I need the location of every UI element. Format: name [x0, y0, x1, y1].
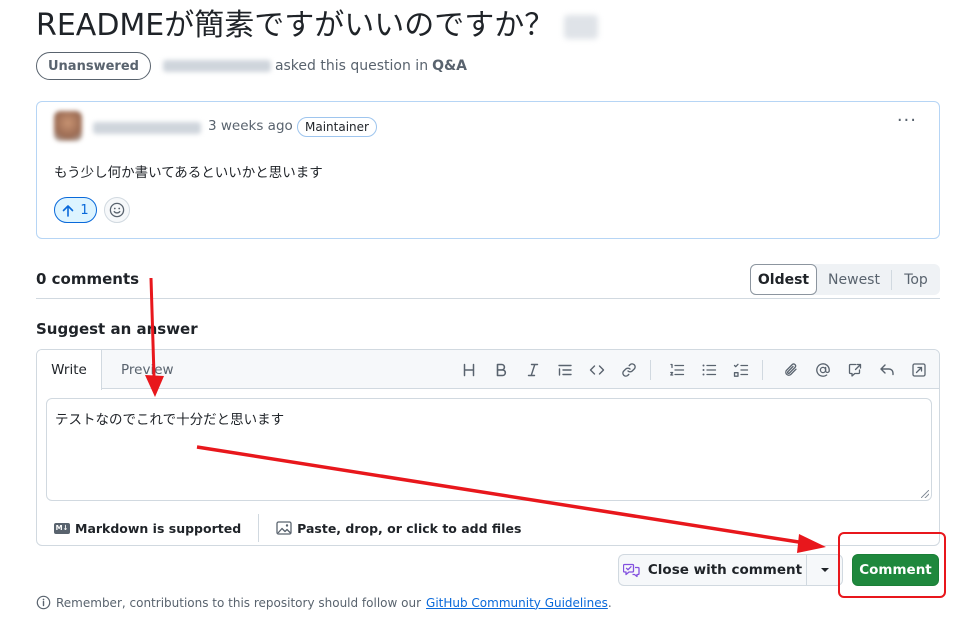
attach-hint: Paste, drop, or click to add files [297, 520, 522, 536]
answer-editor: Write Preview テストなのでこれで十分だと思います M↓ Markd… [36, 349, 940, 546]
arrow-up-icon [63, 204, 74, 217]
community-guidelines-link[interactable]: GitHub Community Guidelines [426, 596, 608, 610]
triangle-down-icon [820, 568, 829, 572]
markdown-icon: M↓ [54, 522, 70, 534]
editor-toolbar: Write Preview [37, 350, 939, 390]
post-timestamp[interactable]: 3 weeks ago [208, 118, 293, 134]
upvote-count: 1 [80, 202, 89, 218]
markdown-hint: Markdown is supported [75, 520, 242, 536]
image-icon [276, 521, 292, 535]
answer-textarea[interactable]: テストなのでこれで十分だと思います [46, 398, 932, 501]
post-author-redacted[interactable] [93, 122, 201, 134]
heading-icon[interactable] [458, 359, 480, 381]
answer-heading: Suggest an answer [36, 320, 198, 338]
reply-icon[interactable] [876, 359, 898, 381]
avatar[interactable] [54, 111, 82, 141]
close-with-comment-label: Close with comment [647, 562, 803, 578]
maintainer-badge: Maintainer [297, 117, 377, 137]
close-options-dropdown[interactable] [806, 554, 843, 586]
editor-footer: M↓ Markdown is supported Paste, drop, or… [37, 510, 939, 545]
bold-icon[interactable] [490, 359, 512, 381]
tab-preview[interactable]: Preview [121, 350, 174, 390]
tab-write[interactable]: Write [37, 350, 102, 390]
upvote-button[interactable]: 1 [54, 197, 97, 223]
guideline-prefix: Remember, contributions to this reposito… [56, 595, 422, 610]
kebab-menu-icon[interactable]: ··· [897, 110, 917, 131]
fullscreen-icon[interactable] [908, 359, 930, 381]
toolbar-separator [650, 360, 651, 380]
smiley-icon [109, 202, 125, 218]
unordered-list-icon[interactable] [698, 359, 720, 381]
link-icon[interactable] [618, 359, 640, 381]
comment-sort-toggle: Oldest Newest Top [750, 264, 940, 295]
discussion-title: READMEが簡素ですがいいのですか？ [36, 4, 599, 48]
sort-oldest-button[interactable]: Oldest [750, 264, 817, 295]
italic-icon[interactable] [522, 359, 544, 381]
resize-handle[interactable] [921, 490, 929, 498]
add-reaction-button[interactable] [104, 197, 130, 223]
guideline-suffix: . [607, 595, 612, 610]
info-icon [36, 595, 51, 610]
ordered-list-icon[interactable] [666, 359, 688, 381]
close-with-comment-button[interactable]: Close with comment [618, 554, 806, 586]
comment-button[interactable]: Comment [852, 554, 939, 586]
community-guideline-note: Remember, contributions to this reposito… [36, 595, 612, 610]
author-name-redacted[interactable] [162, 60, 271, 72]
section-divider [36, 298, 940, 299]
post-body: もう少し何か書いてあるといいかと思います [54, 165, 323, 181]
category-link[interactable]: Q&A [432, 58, 467, 74]
discussion-closed-icon [622, 563, 640, 578]
comments-count: 0 comments [36, 270, 140, 288]
sort-top-button[interactable]: Top [891, 269, 940, 290]
toolbar-separator [762, 360, 763, 380]
attach-icon[interactable] [780, 359, 802, 381]
discussion-meta: Unanswered asked this question in Q&A [36, 52, 467, 80]
mention-icon[interactable] [812, 359, 834, 381]
sort-newest-button[interactable]: Newest [817, 264, 891, 295]
discussion-post: 3 weeks ago Maintainer ··· もう少し何か書いてあるとい… [36, 101, 940, 239]
status-badge: Unanswered [36, 52, 151, 80]
asked-text: asked this question in [274, 58, 429, 74]
quote-icon[interactable] [554, 359, 576, 381]
attach-files-area[interactable]: Paste, drop, or click to add files [259, 521, 521, 536]
title-text: READMEが簡素ですがいいのですか？ [36, 8, 555, 43]
discussion-number-redacted [564, 14, 599, 39]
task-list-icon[interactable] [730, 359, 752, 381]
markdown-support-link[interactable]: M↓ Markdown is supported [37, 514, 260, 542]
code-icon[interactable] [586, 359, 608, 381]
answer-text: テストなのでこれで十分だと思います [55, 412, 285, 428]
cross-reference-icon[interactable] [844, 359, 866, 381]
